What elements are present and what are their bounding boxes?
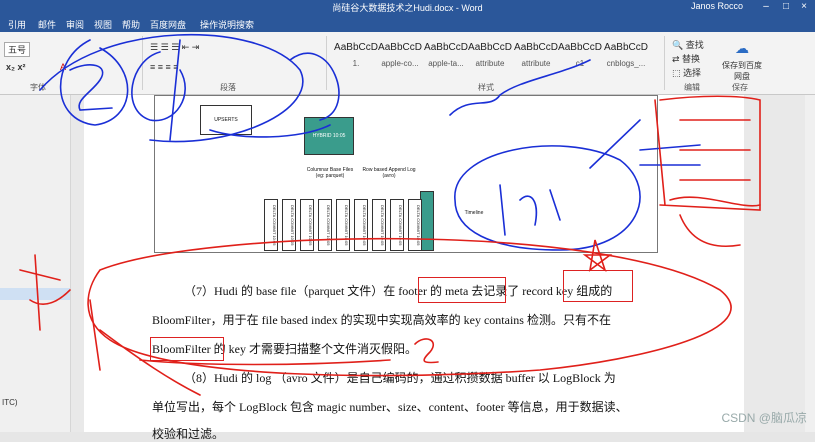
ink-digit-2: [69, 64, 113, 111]
blue-ink-strokes: [39, 33, 701, 251]
ink-red-lines: [679, 119, 751, 181]
ink-index-word: [499, 184, 561, 236]
ink-red-parquet: [669, 196, 761, 247]
ink-bloomfilter-word: [449, 59, 591, 116]
ink-diagonal: [589, 119, 641, 169]
ink-red-glyph: [19, 254, 71, 331]
ink-red-rect: [654, 95, 761, 211]
ink-red-circled-2: [414, 338, 439, 364]
ink-arrow-line: [209, 124, 331, 138]
ink-arrows-to-box: [639, 144, 701, 166]
ink-index-ellipse: [454, 145, 641, 251]
ink-red-underline: [139, 359, 391, 366]
ink-letter-d: [131, 39, 186, 141]
ink-curve-right: [289, 52, 340, 121]
csdn-watermark: CSDN @脑瓜凉: [721, 411, 807, 425]
ink-red-ellipse: [87, 237, 732, 377]
handwriting-overlay: [19, 33, 761, 396]
red-ink-strokes: [19, 95, 761, 396]
ink-red-arrow: [89, 299, 201, 396]
